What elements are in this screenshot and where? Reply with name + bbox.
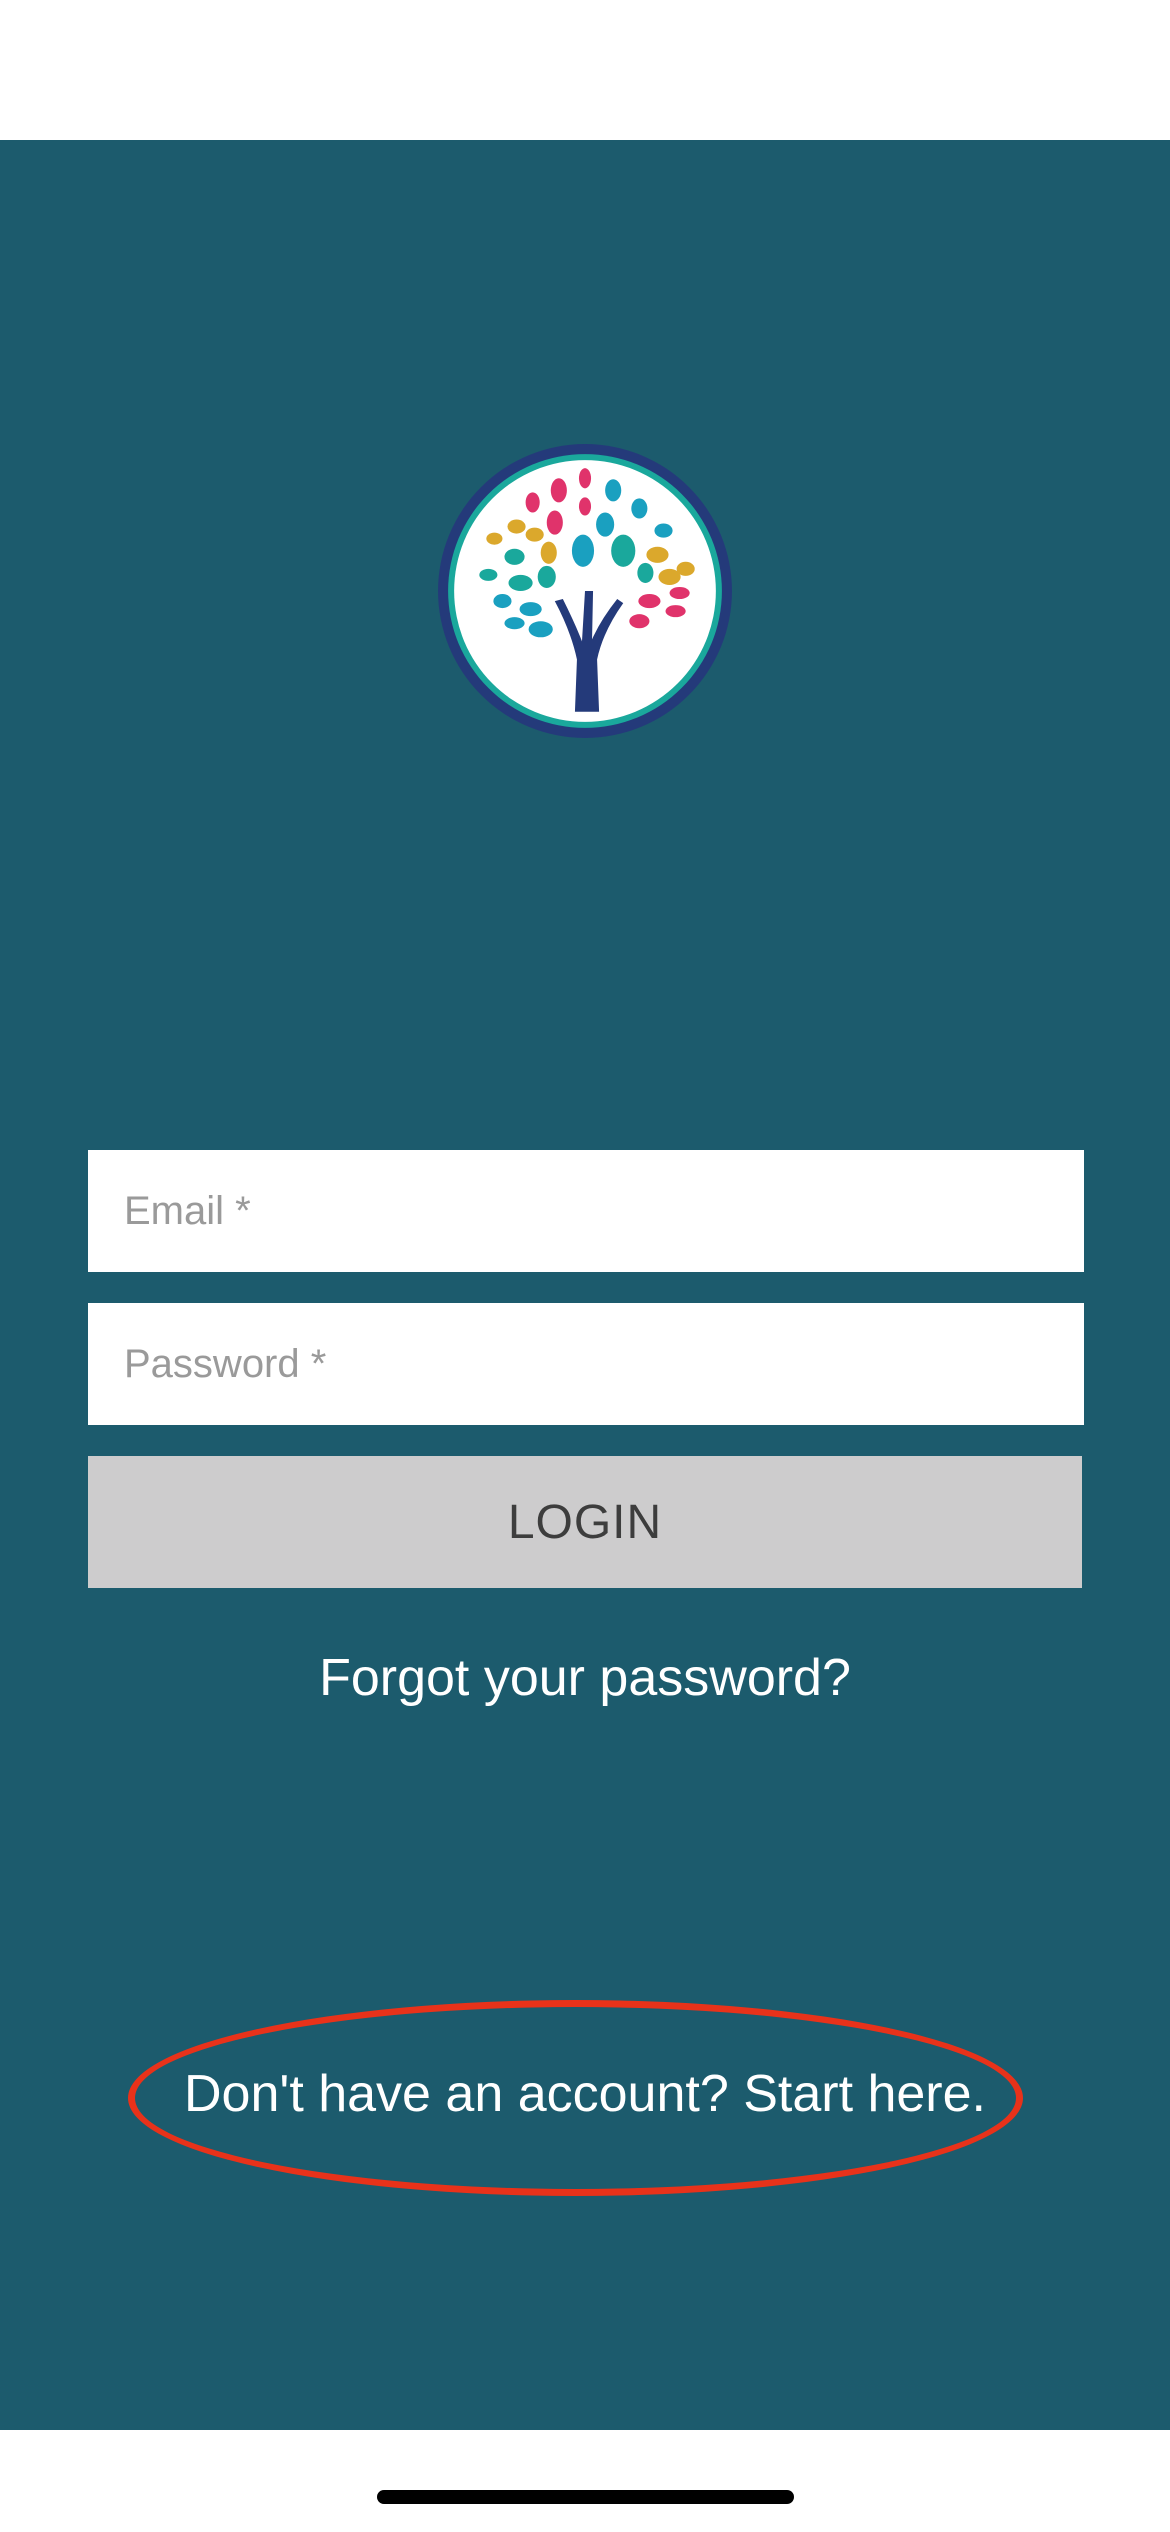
signup-link[interactable]: Don't have an account? Start here. (0, 2064, 1170, 2124)
bottom-bar (0, 2430, 1170, 2532)
login-button[interactable]: LOGIN (88, 1456, 1082, 1588)
password-field[interactable] (88, 1303, 1084, 1425)
home-indicator[interactable] (377, 2490, 794, 2504)
app-logo (434, 440, 736, 742)
forgot-password-link[interactable]: Forgot your password? (0, 1648, 1170, 1708)
status-bar (0, 0, 1170, 140)
email-field[interactable] (88, 1150, 1084, 1272)
